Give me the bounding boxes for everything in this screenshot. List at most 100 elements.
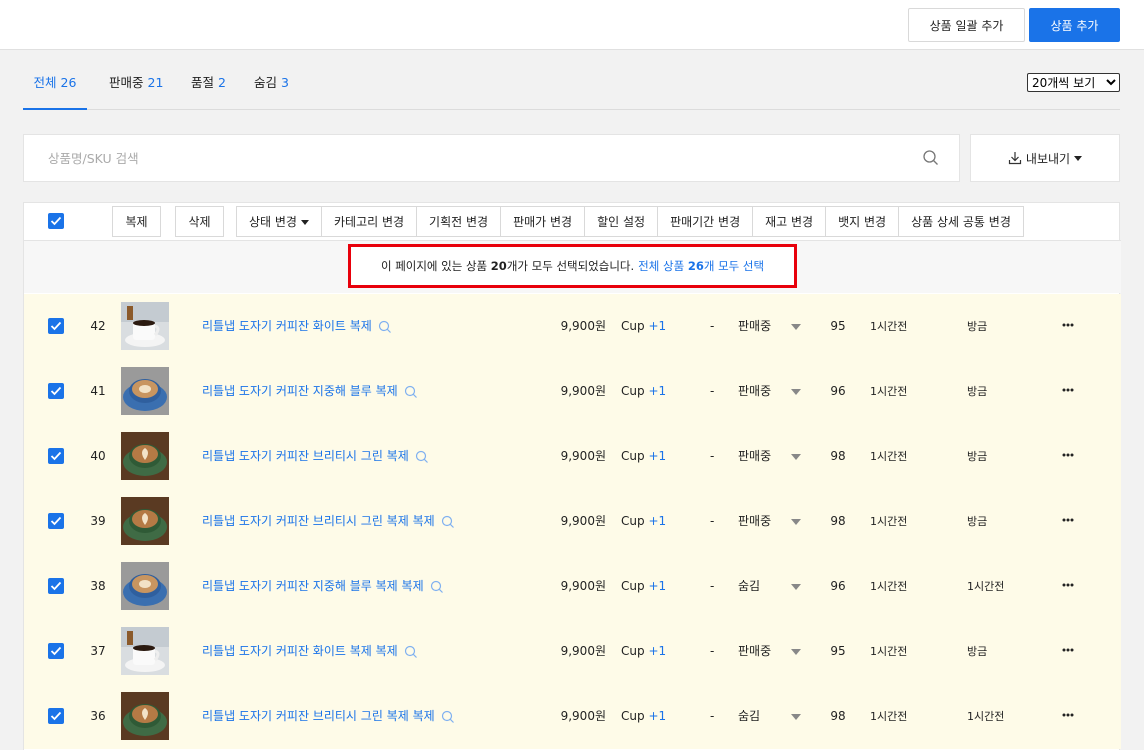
row-checkbox[interactable] [48,448,64,464]
bulk-add-products-button[interactable]: 상품 일괄 추가 [908,8,1025,42]
table-row[interactable]: 39 리틀냅 도자기 커피잔 브리티시 그린 복제 복제 9,900원 Cup +1 -… [24,489,1121,554]
product-name-link[interactable]: 리틀냅 도자기 커피잔 화이트 복제 [202,294,392,359]
chevron-down-icon[interactable] [791,649,801,655]
status-select[interactable]: 판매중 [738,294,771,359]
search-input[interactable] [24,135,904,181]
created-time: 방금 [967,385,988,398]
table-row[interactable]: 40 리틀냅 도자기 커피잔 브리티시 그린 복제 9,900원 Cup +1 - 판매중… [24,424,1121,489]
updated-time: 1시간전 [870,580,908,593]
export-button[interactable]: 내보내기 [970,134,1120,182]
table-row[interactable]: 42 리틀냅 도자기 커피잔 화이트 복제 9,900원 Cup +1 - 판매중 95 1시… [24,294,1121,359]
product-name-link[interactable]: 리틀냅 도자기 커피잔 브리티시 그린 복제 복제 [202,489,455,554]
product-name-link[interactable]: 리틀냅 도자기 커피잔 브리티시 그린 복제 [202,424,429,489]
exhibition-change-button[interactable]: 기획전 변경 [417,207,502,236]
product-name-link[interactable]: 리틀냅 도자기 커피잔 브리티시 그린 복제 복제 [202,684,455,749]
product-number: 36 [90,709,106,723]
more-options-icon[interactable] [1058,710,1078,720]
check-icon [50,216,62,226]
row-checkbox[interactable] [48,318,64,334]
product-name-link[interactable]: 리틀냅 도자기 커피잔 지중해 블루 복제 복제 [202,554,444,619]
row-checkbox[interactable] [48,643,64,659]
magnifier-icon[interactable] [404,645,418,659]
updated-time: 1시간전 [870,515,908,528]
product-name-link[interactable]: 리틀냅 도자기 커피잔 지중해 블루 복제 [202,359,418,424]
discount-value: - [710,384,715,398]
add-product-button[interactable]: 상품 추가 [1029,8,1120,42]
category-change-button[interactable]: 카테고리 변경 [321,207,418,236]
product-list-panel: 복제 삭제 상태 변경 카테고리 변경 기획전 변경 판매가 변경 할인 설정 … [23,202,1121,750]
created-time: 방금 [967,515,988,528]
table-row[interactable]: 38 리틀냅 도자기 커피잔 지중해 블루 복제 복제 9,900원 Cup +1 - 숨… [24,554,1121,619]
select-all-checkbox[interactable] [48,213,64,229]
more-options-icon[interactable] [1058,320,1078,330]
tab-on-sale[interactable]: 판매중 21 [109,55,163,110]
chevron-down-icon[interactable] [791,584,801,590]
table-row[interactable]: 37 리틀냅 도자기 커피잔 화이트 복제 복제 9,900원 Cup +1 - 판매중 9… [24,619,1121,684]
status-select[interactable]: 숨김 [738,684,760,749]
sale-period-change-button[interactable]: 판매기간 변경 [658,207,754,236]
product-thumbnail[interactable] [121,627,169,675]
product-thumbnail[interactable] [121,497,169,545]
selection-notice: 이 페이지에 있는 상품 20 개가 모두 선택되었습니다. 전체 상품 26개 … [24,241,1121,293]
magnifier-icon[interactable] [415,450,429,464]
product-name-link[interactable]: 리틀냅 도자기 커피잔 화이트 복제 복제 [202,619,418,684]
row-checkbox[interactable] [48,513,64,529]
product-number: 37 [90,644,106,658]
table-row[interactable]: 41 리틀냅 도자기 커피잔 지중해 블루 복제 9,900원 Cup +1 - 판매중 9… [24,359,1121,424]
product-price: 9,900원 [560,384,606,398]
product-thumbnail[interactable] [121,367,169,415]
detail-common-change-button[interactable]: 상품 상세 공통 변경 [899,207,1023,236]
search-icon[interactable] [922,149,940,167]
status-select[interactable]: 판매중 [738,619,771,684]
magnifier-icon[interactable] [404,385,418,399]
check-icon [50,581,62,591]
status-change-button[interactable]: 상태 변경 [237,207,322,236]
delete-button[interactable]: 삭제 [175,206,224,237]
status-select[interactable]: 판매중 [738,489,771,554]
chevron-down-icon[interactable] [791,454,801,460]
more-options-icon[interactable] [1058,515,1078,525]
status-select[interactable]: 판매중 [738,424,771,489]
more-options-icon[interactable] [1058,645,1078,655]
created-time: 방금 [967,320,988,333]
updated-time: 1시간전 [870,450,908,463]
table-row[interactable]: 36 리틀냅 도자기 커피잔 브리티시 그린 복제 복제 9,900원 Cup +1 -… [24,684,1121,749]
per-page-select[interactable]: 20개씩 보기 [1027,73,1120,92]
chevron-down-icon [1074,155,1083,161]
tab-all[interactable]: 전체 26 [23,55,87,110]
tab-sold-out[interactable]: 품절 2 [191,55,226,110]
tab-hidden[interactable]: 숨김 3 [254,55,289,110]
product-thumbnail[interactable] [121,432,169,480]
chevron-down-icon[interactable] [791,389,801,395]
chevron-down-icon[interactable] [791,519,801,525]
duplicate-button[interactable]: 복제 [112,206,161,237]
row-checkbox[interactable] [48,578,64,594]
row-checkbox[interactable] [48,708,64,724]
stock-count: 98 [830,449,846,463]
row-checkbox[interactable] [48,383,64,399]
stock-change-button[interactable]: 재고 변경 [753,207,827,236]
chevron-down-icon[interactable] [791,714,801,720]
stock-count: 95 [830,319,846,333]
status-select[interactable]: 판매중 [738,359,771,424]
more-options-icon[interactable] [1058,580,1078,590]
magnifier-icon[interactable] [430,580,444,594]
discount-value: - [710,449,715,463]
discount-value: - [710,709,715,723]
product-thumbnail[interactable] [121,562,169,610]
top-bar: 상품 일괄 추가 상품 추가 [0,0,1144,50]
badge-change-button[interactable]: 뱃지 변경 [826,207,900,236]
more-options-icon[interactable] [1058,450,1078,460]
product-price: 9,900원 [560,449,606,463]
product-thumbnail[interactable] [121,692,169,740]
product-thumbnail[interactable] [121,302,169,350]
magnifier-icon[interactable] [441,710,455,724]
select-all-products-link[interactable]: 전체 상품 26개 모두 선택 [638,258,764,274]
discount-setting-button[interactable]: 할인 설정 [585,207,659,236]
magnifier-icon[interactable] [378,320,392,334]
status-select[interactable]: 숨김 [738,554,760,619]
magnifier-icon[interactable] [441,515,455,529]
price-change-button[interactable]: 판매가 변경 [501,207,586,236]
chevron-down-icon[interactable] [791,324,801,330]
more-options-icon[interactable] [1058,385,1078,395]
